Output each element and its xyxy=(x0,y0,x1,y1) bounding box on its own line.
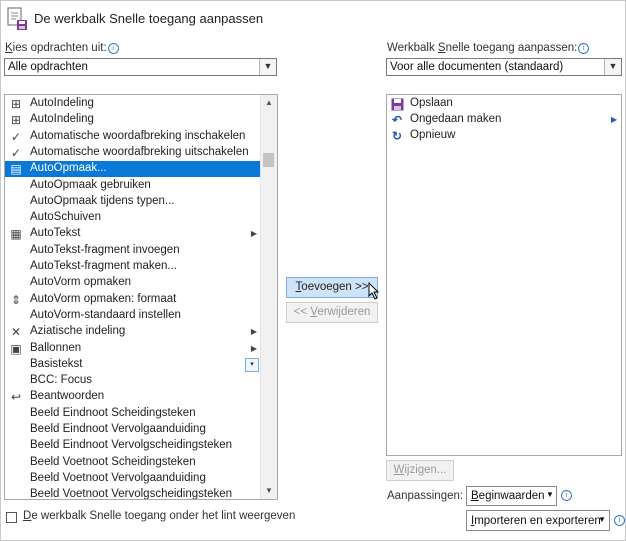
list-item[interactable]: ⊞ AutoIndeling xyxy=(5,96,262,112)
list-item[interactable]: BCC: Focus xyxy=(5,373,262,389)
list-item[interactable]: Beeld Voetnoot Scheidingsteken xyxy=(5,455,262,471)
commands-list[interactable]: ⊞ AutoIndeling ⊞ AutoIndeling ✓ Automatische … xyxy=(4,94,278,500)
undo-icon: ↶ xyxy=(391,113,403,127)
list-item[interactable]: AutoTekst-fragment invoegen xyxy=(5,243,262,259)
remove-button[interactable]: << Verwijderen xyxy=(286,302,378,323)
autotext-icon: ▦ xyxy=(10,227,22,242)
commands-list-scrollbar[interactable]: ▲ ▼ xyxy=(260,95,277,499)
quick-access-toolbar-icon xyxy=(5,6,29,32)
chevron-down-icon: ▼ xyxy=(604,59,621,75)
submenu-arrow-icon: ▶ xyxy=(250,327,257,337)
mouse-cursor-icon xyxy=(368,281,382,300)
list-item[interactable]: ▤ AutoOpmaak... xyxy=(5,161,262,178)
info-icon[interactable]: i xyxy=(107,43,119,54)
customizations-label: Aanpassingen: xyxy=(387,490,464,502)
show-below-ribbon-checkbox[interactable] xyxy=(6,512,17,523)
list-item[interactable]: ↩ Beantwoorden xyxy=(5,389,262,405)
list-item[interactable]: Beeld Eindnoot Vervolgscheidingsteken xyxy=(5,438,262,454)
document-scope-dropdown[interactable]: Voor alle documenten (standaard) ▼ xyxy=(386,58,622,76)
save-icon xyxy=(390,96,404,112)
scroll-up-arrow-icon[interactable]: ▲ xyxy=(261,95,277,111)
dropdown-indicator-icon: ▾ xyxy=(245,357,259,372)
list-item[interactable]: ▣ Ballonnen ▶ xyxy=(5,341,262,357)
reset-dropdown-button[interactable]: Beginwaarden ▼ xyxy=(466,486,557,506)
submenu-arrow-icon: ▶ xyxy=(250,343,257,353)
autoformat-icon: ▤ xyxy=(10,162,22,177)
check-icon: ✓ xyxy=(10,129,22,144)
list-item[interactable]: Beeld Eindnoot Scheidingsteken xyxy=(5,406,262,422)
show-below-ribbon-label[interactable]: De werkbalk Snelle toegang onder het lin… xyxy=(23,510,295,522)
list-item[interactable]: AutoVorm-standaard instellen xyxy=(5,308,262,324)
list-item[interactable]: ↻ Opnieuw xyxy=(387,128,617,144)
toolbar-commands-list[interactable]: Opslaan ↶ Ongedaan maken ▶ ↻ Opnieuw xyxy=(386,94,622,456)
list-item[interactable]: ⊞ AutoIndeling xyxy=(5,112,262,128)
autofit-icon: ⊞ xyxy=(10,113,22,128)
submenu-arrow-icon: ▶ xyxy=(250,229,257,239)
list-item[interactable]: ▦ AutoTekst ▶ xyxy=(5,226,262,242)
info-icon[interactable]: i xyxy=(561,490,572,501)
list-item[interactable]: ✓ Automatische woordafbreking uitschakele… xyxy=(5,145,262,161)
autofit-icon: ⊞ xyxy=(10,97,22,111)
list-item[interactable]: ↶ Ongedaan maken ▶ xyxy=(387,112,617,128)
redo-icon: ↻ xyxy=(391,129,403,143)
asian-layout-icon: ✕ xyxy=(10,325,22,340)
scroll-thumb[interactable] xyxy=(263,153,274,167)
list-item[interactable]: ⇕ AutoVorm opmaken: formaat xyxy=(5,292,262,308)
shape-size-icon: ⇕ xyxy=(10,292,22,307)
import-export-dropdown-button[interactable]: Importeren en exporteren ▼ xyxy=(466,510,610,531)
choose-commands-label: Kies opdrachten uit: i xyxy=(5,42,119,54)
customize-toolbar-label: Werkbalk Snelle toegang aanpassen: i xyxy=(387,42,590,54)
list-item[interactable]: AutoVorm opmaken xyxy=(5,275,262,291)
reply-icon: ↩ xyxy=(10,390,22,405)
list-item[interactable]: AutoOpmaak tijdens typen... xyxy=(5,194,262,210)
chevron-down-icon: ▼ xyxy=(546,490,554,499)
chevron-down-icon: ▼ xyxy=(259,59,276,75)
info-icon[interactable]: i xyxy=(578,43,590,54)
scroll-down-arrow-icon[interactable]: ▼ xyxy=(261,483,277,499)
info-icon[interactable]: i xyxy=(614,515,625,526)
modify-button[interactable]: Wijzigen... xyxy=(386,460,454,481)
list-item[interactable]: Beeld Voetnoot Vervolgscheidingsteken xyxy=(5,487,262,499)
list-item[interactable]: Beeld Eindnoot Vervolgaanduiding xyxy=(5,422,262,438)
list-item[interactable]: Basistekst ▾ xyxy=(5,357,262,373)
list-item[interactable]: AutoOpmaak gebruiken xyxy=(5,178,262,194)
list-item[interactable]: AutoTekst-fragment maken... xyxy=(5,259,262,275)
list-item[interactable]: Opslaan xyxy=(387,96,617,112)
dialog-title: De werkbalk Snelle toegang aanpassen xyxy=(34,11,264,26)
check-icon: ✓ xyxy=(10,145,22,160)
chevron-down-icon: ▼ xyxy=(598,515,606,524)
add-button[interactable]: Toevoegen >> xyxy=(286,277,378,298)
list-item[interactable]: ✕ Aziatische indeling ▶ xyxy=(5,324,262,340)
choose-commands-dropdown[interactable]: Alle opdrachten ▼ xyxy=(4,58,277,76)
list-item[interactable]: Beeld Voetnoot Vervolgaanduiding xyxy=(5,471,262,487)
submenu-arrow-icon: ▶ xyxy=(611,115,618,124)
list-item[interactable]: ✓ Automatische woordafbreking inschakelen xyxy=(5,129,262,145)
balloons-icon: ▣ xyxy=(10,341,22,356)
list-item[interactable]: AutoSchuiven xyxy=(5,210,262,226)
